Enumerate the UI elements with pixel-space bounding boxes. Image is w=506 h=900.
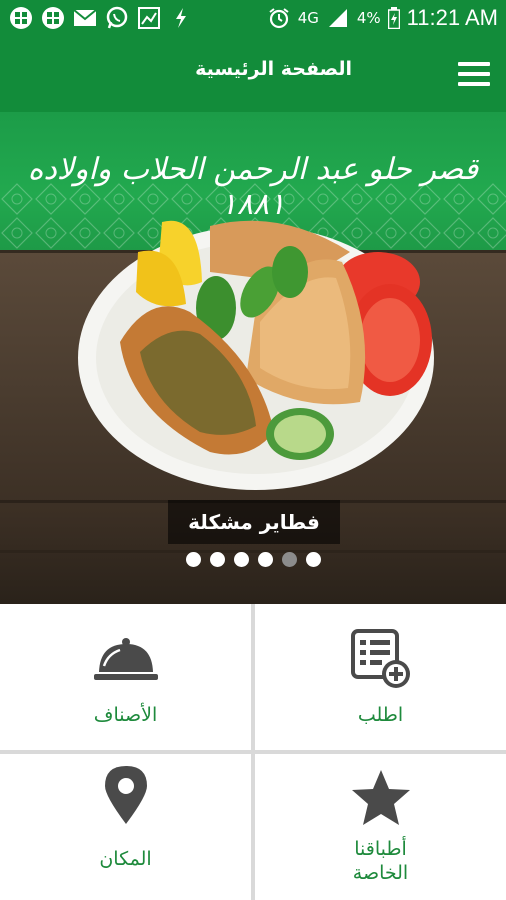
notification-icons (8, 0, 194, 36)
hamburger-icon-bar (458, 72, 490, 76)
specials-label-line2: الخاصة (352, 862, 409, 884)
gallery-icon (136, 5, 162, 31)
app-notification-icon (40, 5, 66, 31)
signal-icon (325, 5, 351, 31)
serving-cloche-icon (93, 638, 158, 680)
order-list-add-icon (350, 629, 410, 688)
alarm-icon (266, 5, 292, 31)
battery-percent: 4% (356, 9, 381, 27)
specials-tile[interactable]: أطباقنا الخاصة (255, 754, 506, 900)
app-notification-icon (8, 5, 34, 31)
food-plate-image (78, 220, 434, 490)
home-grid: الأصناف اطلب المكان أطباقنا الخاصة (0, 604, 506, 900)
flash-icon (168, 5, 194, 31)
order-label: اطلب (357, 704, 404, 726)
slide-caption-box: فطاير مشكلة (168, 500, 340, 544)
slider-dot[interactable] (305, 552, 321, 567)
whatsapp-icon (104, 5, 130, 31)
status-bar: 4G 4% 11:21 AM (0, 0, 506, 36)
location-label: المكان (99, 848, 152, 870)
slider-dot[interactable] (233, 552, 249, 567)
slider-dot[interactable] (185, 552, 201, 567)
categories-tile[interactable]: الأصناف (0, 604, 251, 750)
banner-slider[interactable]: قصر حلو عبد الرحمن الحلاب واولاده ١٨٨١ ف… (0, 112, 506, 604)
menu-button[interactable] (456, 58, 492, 90)
slider-dot[interactable] (209, 552, 225, 567)
hamburger-icon-bar (458, 82, 490, 86)
slider-dot[interactable] (281, 552, 297, 567)
network-type: 4G (297, 9, 319, 27)
categories-label: الأصناف (93, 704, 158, 726)
star-icon (351, 770, 410, 825)
mail-icon (72, 5, 98, 31)
clock: 11:21 AM (406, 5, 498, 30)
slider-indicator (0, 552, 506, 567)
battery-charging-icon (387, 5, 401, 31)
app-bar: الصفحة الرئيسية (0, 36, 506, 112)
hamburger-icon-bar (458, 62, 490, 66)
location-tile[interactable]: المكان (0, 754, 251, 900)
map-pin-icon (104, 766, 147, 824)
order-tile[interactable]: اطلب (255, 604, 506, 750)
system-status: 4G 4% 11:21 AM (266, 0, 498, 36)
slide-caption: فطاير مشكلة (188, 510, 320, 534)
specials-label-line1: أطباقنا (354, 838, 407, 860)
page-title: الصفحة الرئيسية (195, 58, 352, 80)
slider-dot[interactable] (257, 552, 273, 567)
